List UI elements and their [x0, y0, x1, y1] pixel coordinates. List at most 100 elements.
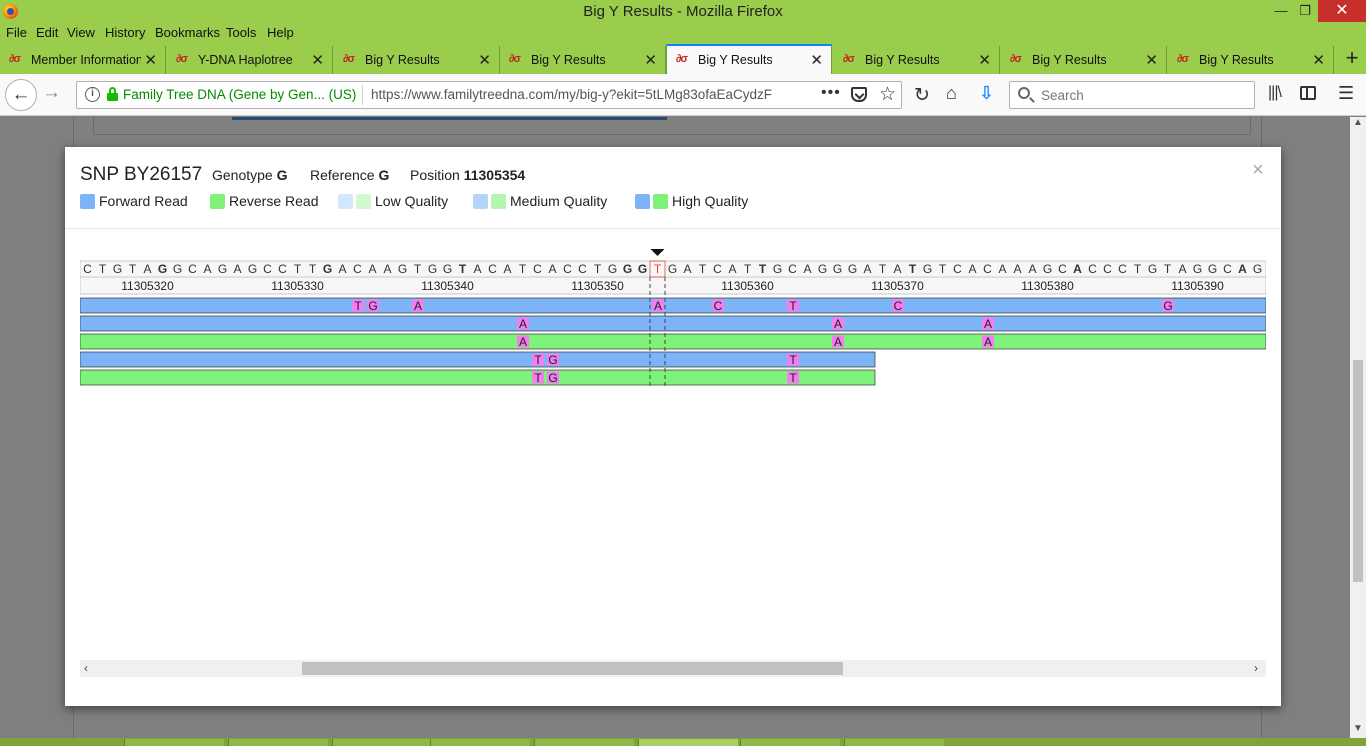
tab-label: Member Information [31, 53, 141, 67]
taskbar-item[interactable] [228, 739, 328, 746]
back-button[interactable]: ← [5, 79, 37, 111]
bookmark-star-icon[interactable]: ☆ [879, 83, 896, 106]
taskbar-item[interactable] [332, 739, 432, 746]
tab-close-icon[interactable]: ✕ [978, 51, 991, 69]
navigation-bar: ← → i Family Tree DNA (Gene by Gen... (U… [0, 74, 1366, 116]
read-alignment-viewer[interactable]: CTGTAGGCAGAGCCTTGACAAGTGGTACATCACCTGGGTG… [80, 248, 1266, 688]
forward-read [80, 315, 1266, 332]
ftdna-favicon-icon: ∂σ [9, 53, 21, 65]
menu-bookmarks[interactable]: Bookmarks [155, 25, 220, 40]
reference-base: C [578, 262, 587, 276]
menu-tools[interactable]: Tools [226, 25, 256, 40]
reference-base: C [713, 262, 722, 276]
new-tab-button[interactable]: + [1338, 44, 1366, 74]
menu-history[interactable]: History [105, 25, 145, 40]
position-label: 11305390 [1171, 279, 1224, 293]
info-icon[interactable]: i [85, 87, 100, 102]
reference-base: C [353, 262, 362, 276]
taskbar-item[interactable] [534, 739, 634, 746]
legend-swatch [473, 194, 488, 209]
mismatch-base: A [834, 335, 842, 349]
home-icon[interactable]: ⌂ [946, 83, 957, 104]
tab-big-y-results[interactable]: ∂σ Big Y Results ✕ [500, 46, 666, 74]
reference-base: G [623, 262, 632, 276]
download-icon[interactable]: ⇩ [979, 83, 994, 104]
reference-base: A [1028, 262, 1036, 276]
position-field: Position 11305354 [410, 167, 525, 183]
reference-base: T [129, 262, 137, 276]
reference-base: T [294, 262, 302, 276]
position-label: 11305320 [121, 279, 174, 293]
tab-y-dna-haplotree[interactable]: ∂σ Y-DNA Haplotree ✕ [167, 46, 333, 74]
reference-base: G [248, 262, 257, 276]
modal-close-icon[interactable]: × [1252, 159, 1264, 182]
viewer-horizontal-scrollbar[interactable]: ‹ › [80, 660, 1266, 677]
taskbar-item[interactable] [740, 739, 840, 746]
lock-icon[interactable] [107, 87, 118, 101]
menu-view[interactable]: View [67, 25, 95, 40]
tab-close-icon[interactable]: ✕ [1312, 51, 1325, 69]
scroll-right-icon[interactable]: › [1254, 661, 1258, 675]
legend-swatch [635, 194, 650, 209]
tab-close-icon[interactable]: ✕ [478, 51, 491, 69]
tab-label: Big Y Results [365, 53, 440, 67]
scroll-down-icon[interactable]: ▼ [1353, 723, 1363, 734]
reference-base: G [638, 262, 647, 276]
taskbar-item-active[interactable] [638, 739, 738, 746]
reference-label: Reference [310, 167, 375, 183]
reference-base: A [863, 262, 871, 276]
ftdna-favicon-icon: ∂σ [509, 53, 521, 65]
url-bar[interactable]: i Family Tree DNA (Gene by Gen... (US) h… [76, 81, 902, 109]
menu-edit[interactable]: Edit [36, 25, 58, 40]
legend-label: Forward Read [99, 193, 188, 209]
legend-label: Reverse Read [229, 193, 319, 209]
scroll-thumb[interactable] [1353, 360, 1363, 582]
reload-icon[interactable]: ↻ [914, 84, 930, 107]
ftdna-favicon-icon: ∂σ [1177, 53, 1189, 65]
tab-big-y-results[interactable]: ∂σ Big Y Results ✕ [1168, 46, 1334, 74]
hamburger-menu-icon[interactable]: ☰ [1338, 83, 1354, 104]
tab-big-y-results[interactable]: ∂σ Big Y Results ✕ [834, 46, 1000, 74]
title-bar: Big Y Results - Mozilla Firefox — ❐ ✕ [0, 0, 1366, 24]
tab-close-icon[interactable]: ✕ [311, 51, 324, 69]
forward-button[interactable]: → [42, 82, 61, 104]
reference-base: A [383, 262, 391, 276]
library-icon[interactable]: |||\ [1268, 84, 1282, 102]
page-actions-icon[interactable]: ••• [821, 84, 841, 102]
taskbar-item[interactable] [844, 739, 944, 746]
scroll-thumb[interactable] [302, 662, 843, 675]
tab-member-information[interactable]: ∂σ Member Information ✕ [0, 46, 166, 74]
site-identity[interactable]: Family Tree DNA (Gene by Gen... (US) [123, 87, 356, 102]
position-label: 11305380 [1021, 279, 1074, 293]
tab-close-icon[interactable]: ✕ [1145, 51, 1158, 69]
close-window-button[interactable]: ✕ [1318, 0, 1366, 22]
tab-big-y-results-active[interactable]: ∂σ Big Y Results ✕ [666, 44, 832, 74]
tab-label: Big Y Results [698, 53, 773, 67]
page-vertical-scrollbar[interactable]: ▲ ▼ [1350, 117, 1366, 746]
tab-big-y-results[interactable]: ∂σ Big Y Results ✕ [334, 46, 500, 74]
scroll-up-icon[interactable]: ▲ [1353, 117, 1363, 128]
tab-close-icon[interactable]: ✕ [644, 51, 657, 69]
menu-file[interactable]: File [6, 25, 27, 40]
taskbar-item[interactable] [124, 739, 224, 746]
scroll-left-icon[interactable]: ‹ [84, 661, 88, 675]
reference-base: G [1148, 262, 1157, 276]
taskbar-item[interactable] [430, 739, 530, 746]
reference-base: A [683, 262, 691, 276]
reference-base: A [893, 262, 901, 276]
menu-help[interactable]: Help [267, 25, 294, 40]
maximize-button[interactable]: ❐ [1290, 0, 1320, 22]
tab-big-y-results[interactable]: ∂σ Big Y Results ✕ [1001, 46, 1167, 74]
search-input[interactable]: Search [1009, 81, 1255, 109]
forward-read [80, 351, 876, 368]
reference-base: T [99, 262, 107, 276]
legend-swatch [491, 194, 506, 209]
legend-label: High Quality [672, 193, 749, 209]
tab-close-icon[interactable]: ✕ [144, 51, 157, 69]
pocket-icon[interactable] [851, 87, 867, 102]
url-text[interactable]: https://www.familytreedna.com/my/big-y?e… [371, 87, 791, 102]
tab-close-icon[interactable]: ✕ [810, 51, 823, 69]
target-marker-icon [650, 249, 665, 256]
reference-base: A [503, 262, 511, 276]
sidebar-toggle-icon[interactable] [1300, 86, 1316, 100]
